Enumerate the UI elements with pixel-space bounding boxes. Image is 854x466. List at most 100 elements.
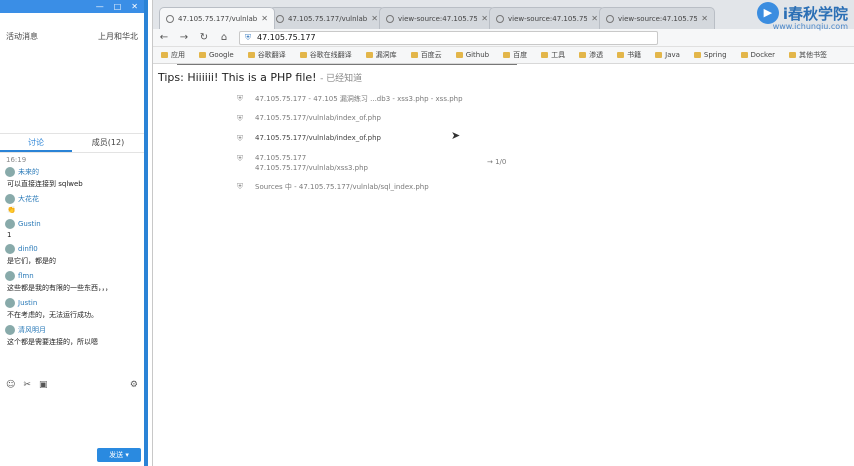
shield-icon: ⛨: [237, 94, 243, 103]
address-bar[interactable]: ⛨ 47.105.75.177: [239, 30, 658, 45]
browser-tab[interactable]: view-source:47.105.75.1 ✕: [489, 7, 605, 29]
bookmark-item[interactable]: 其他书签: [789, 50, 827, 60]
folder-icon: [617, 52, 625, 58]
scissors-icon[interactable]: ✂: [23, 380, 31, 390]
avatar[interactable]: [5, 167, 15, 177]
back-icon[interactable]: ←: [159, 32, 169, 43]
reload-icon[interactable]: ↻: [199, 32, 209, 43]
bookmark-item[interactable]: 渗透: [579, 50, 603, 60]
folder-icon: [541, 52, 549, 58]
tab-title: view-source:47.105.75.1: [508, 14, 588, 23]
side-note: → 1/0: [487, 158, 507, 166]
close-icon[interactable]: ✕: [261, 14, 268, 23]
page-entries: ⛨ 47.105.75.177 - 47.105 漏洞练习 ...db3 - x…: [237, 94, 537, 202]
folder-icon: [199, 52, 206, 58]
message-user[interactable]: 清风明月: [18, 325, 46, 335]
browser-tab[interactable]: view-source:47.105.75.1 ✕: [599, 7, 715, 29]
folder-icon: [740, 52, 748, 58]
message-user[interactable]: Gustin: [18, 220, 41, 228]
globe-icon: [606, 14, 614, 23]
bookmark-item[interactable]: 工具: [541, 50, 565, 60]
avatar[interactable]: [5, 244, 15, 254]
close-icon[interactable]: ✕: [591, 14, 598, 23]
list-item[interactable]: ⛨ 47.105.75.177/vulnlab/index_of.php: [237, 134, 537, 144]
mouse-cursor-icon: ➤: [451, 129, 461, 142]
tab-members[interactable]: 成员(12): [72, 134, 144, 152]
avatar[interactable]: [5, 298, 15, 308]
message-item: Gustin 1: [5, 219, 139, 239]
chat-titlebar: — □ ✕: [0, 0, 144, 13]
minimize-icon[interactable]: —: [96, 0, 104, 13]
close-icon[interactable]: ✕: [701, 14, 708, 23]
folder-icon: [503, 52, 511, 58]
avatar[interactable]: [5, 325, 15, 335]
browser-tab[interactable]: 47.105.75.177/vulnlab/in ✕: [159, 7, 275, 29]
list-item[interactable]: ⛨ 47.105.75.177/vulnlab/index_of.php: [237, 114, 537, 124]
entry-line[interactable]: 47.105.75.177/vulnlab/index_of.php: [255, 114, 381, 122]
maximize-icon[interactable]: □: [114, 0, 122, 13]
message-user[interactable]: 未来的: [18, 167, 39, 177]
smile-icon[interactable]: ☺: [6, 380, 15, 390]
watermark-logo: ▶ i春秋学院 www.ichunqiu.com: [756, 2, 848, 31]
entry-line[interactable]: Sources 中 - 47.105.75.177/vulnlab/sql_in…: [255, 182, 429, 192]
message-item: dinfl0 是它们，都是的: [5, 244, 139, 266]
entry-line[interactable]: 47.105.75.177 - 47.105 漏洞练习 ...db3 - xss…: [255, 94, 463, 104]
message-item: 大花花 👏: [5, 194, 139, 214]
folder-icon: [410, 52, 418, 58]
message-user[interactable]: Justin: [18, 299, 37, 307]
entry-line[interactable]: 47.105.75.177/vulnlab/xss3.php: [255, 164, 368, 172]
folder-icon: [247, 52, 255, 58]
send-button[interactable]: 发送 ▾: [97, 448, 141, 462]
bookmark-item[interactable]: Google: [199, 51, 234, 59]
close-icon[interactable]: ✕: [131, 0, 138, 13]
bookmark-item[interactable]: 百度: [503, 50, 527, 60]
bookmark-item[interactable]: 应用: [161, 50, 185, 60]
chat-header-right: 上月和华北: [98, 32, 138, 41]
message-text: 不在考虑的，无法运行成功。: [7, 311, 98, 319]
bookmark-item[interactable]: Java: [655, 51, 680, 59]
tab-title: 47.105.75.177/vulnlab/in: [288, 14, 368, 23]
message-user[interactable]: flmn: [18, 272, 34, 280]
browser-tab[interactable]: 47.105.75.177/vulnlab/in ✕: [269, 7, 385, 29]
globe-icon: [386, 14, 394, 23]
avatar[interactable]: [5, 219, 15, 229]
avatar[interactable]: [5, 194, 15, 204]
bookmark-item[interactable]: Docker: [740, 51, 775, 59]
page-content: Tips: Hiiiiii! This is a PHP file! - 已经知…: [153, 64, 854, 466]
message-user[interactable]: dinfl0: [18, 245, 38, 253]
list-item[interactable]: ⛨ Sources 中 - 47.105.75.177/vulnlab/sql_…: [237, 182, 537, 192]
message-text: 可以直接连接到 sqlweb: [7, 180, 83, 188]
avatar[interactable]: [5, 271, 15, 281]
browser-tab[interactable]: view-source:47.105.75.1 ✕: [379, 7, 495, 29]
image-icon[interactable]: ▣: [39, 380, 48, 390]
gear-icon[interactable]: ⚙: [130, 380, 138, 390]
bookmark-item[interactable]: Spring: [693, 51, 727, 59]
message-user[interactable]: 大花花: [18, 194, 39, 204]
home-icon[interactable]: ⌂: [219, 32, 229, 43]
list-item[interactable]: ⛨ 47.105.75.177 - 47.105 漏洞练习 ...db3 - x…: [237, 94, 537, 104]
message-list[interactable]: 未来的 可以直接连接到 sqlweb 大花花 👏 Gustin 1 dinfl0…: [0, 167, 144, 347]
bookmark-item[interactable]: 书籍: [617, 50, 641, 60]
bookmark-item[interactable]: Github: [455, 51, 489, 59]
chat-tabs: 讨论 成员(12): [0, 133, 144, 153]
message-text: 1: [7, 231, 12, 239]
entry-line[interactable]: 47.105.75.177: [255, 154, 368, 162]
address-text: 47.105.75.177: [257, 33, 316, 42]
close-icon[interactable]: ✕: [371, 14, 378, 23]
bookmarks-bar: 应用 Google 谷歌翻译 谷歌在线翻译 漏洞库 百度云 Github 百度 …: [153, 47, 854, 64]
bookmark-item[interactable]: 谷歌在线翻译: [299, 50, 352, 60]
bookmark-item[interactable]: 漏洞库: [365, 50, 397, 60]
bookmark-item[interactable]: 谷歌翻译: [247, 50, 286, 60]
browser-window: 47.105.75.177/vulnlab/in ✕ 47.105.75.177…: [152, 0, 854, 466]
close-icon[interactable]: ✕: [481, 14, 488, 23]
shield-icon: ⛨: [237, 134, 243, 143]
tab-discussion[interactable]: 讨论: [0, 134, 72, 152]
shield-icon: ⛨: [237, 182, 243, 191]
entry-line[interactable]: 47.105.75.177/vulnlab/index_of.php: [255, 134, 381, 142]
tip-extra: - 已经知道: [320, 74, 363, 84]
folder-icon: [579, 52, 587, 58]
chat-input[interactable]: [0, 395, 144, 445]
forward-icon[interactable]: →: [179, 32, 189, 43]
tip-text: Tips: Hiiiiii! This is a PHP file!: [158, 71, 321, 84]
bookmark-item[interactable]: 百度云: [410, 50, 442, 60]
